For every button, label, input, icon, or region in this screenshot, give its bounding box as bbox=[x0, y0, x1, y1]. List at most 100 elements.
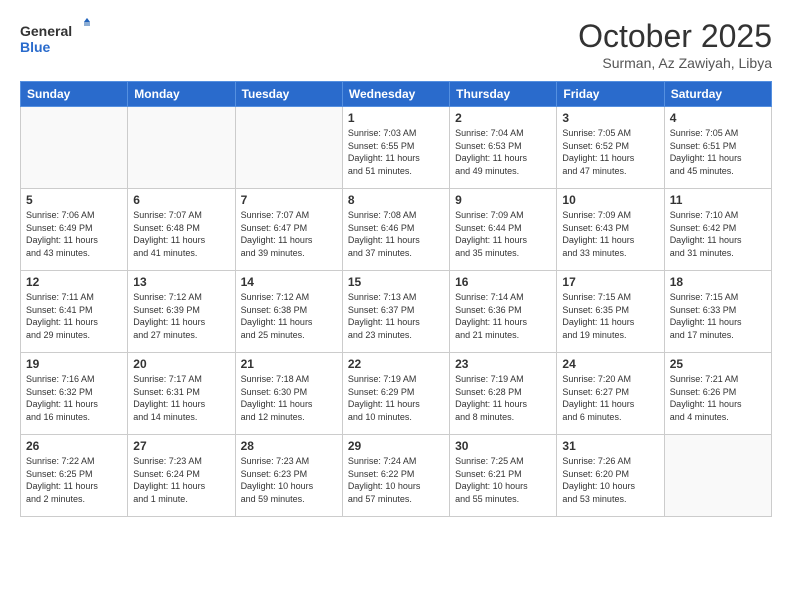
calendar-cell: 18Sunrise: 7:15 AM Sunset: 6:33 PM Dayli… bbox=[664, 271, 771, 353]
day-info: Sunrise: 7:07 AM Sunset: 6:48 PM Dayligh… bbox=[133, 209, 229, 259]
weekday-header: Monday bbox=[128, 82, 235, 107]
calendar-cell: 11 Sunrise: 7:10 AM Sunset: 6:42 PM Dayli… bbox=[664, 189, 771, 271]
calendar-cell bbox=[664, 435, 771, 517]
day-number: 30 bbox=[455, 439, 551, 453]
day-number: 7 bbox=[241, 193, 337, 207]
day-info: Sunrise: 7:12 AM Sunset: 6:38 PM Dayligh… bbox=[241, 291, 337, 341]
calendar-cell: 7 Sunrise: 7:07 AM Sunset: 6:47 PM Daylig… bbox=[235, 189, 342, 271]
day-info: Sunrise: 7:07 AM Sunset: 6:47 PM Dayligh… bbox=[241, 209, 337, 259]
day-number: 26 bbox=[26, 439, 122, 453]
day-info: Sunrise: 7:15 AM Sunset: 6:33 PM Dayligh… bbox=[670, 291, 766, 341]
day-info: Sunrise: 7:03 AM Sunset: 6:55 PM Dayligh… bbox=[348, 127, 444, 177]
day-info: Sunrise: 7:21 AM Sunset: 6:26 PM Dayligh… bbox=[670, 373, 766, 423]
day-info: Sunrise: 7:08 AM Sunset: 6:46 PM Dayligh… bbox=[348, 209, 444, 259]
header: General Blue October 2025 Surman, Az Zaw… bbox=[20, 18, 772, 71]
day-number: 2 bbox=[455, 111, 551, 125]
logo: General Blue bbox=[20, 18, 90, 58]
day-info: Sunrise: 7:23 AM Sunset: 6:23 PM Dayligh… bbox=[241, 455, 337, 505]
day-number: 22 bbox=[348, 357, 444, 371]
day-number: 4 bbox=[670, 111, 766, 125]
month-title: October 2025 bbox=[578, 18, 772, 55]
day-info: Sunrise: 7:09 AM Sunset: 6:44 PM Dayligh… bbox=[455, 209, 551, 259]
day-info: Sunrise: 7:14 AM Sunset: 6:36 PM Dayligh… bbox=[455, 291, 551, 341]
calendar-cell: 25 Sunrise: 7:21 AM Sunset: 6:26 PM Dayli… bbox=[664, 353, 771, 435]
day-info: Sunrise: 7:13 AM Sunset: 6:37 PM Dayligh… bbox=[348, 291, 444, 341]
svg-text:General: General bbox=[20, 23, 72, 39]
subtitle: Surman, Az Zawiyah, Libya bbox=[578, 55, 772, 71]
weekday-header: Friday bbox=[557, 82, 664, 107]
calendar-cell bbox=[128, 107, 235, 189]
calendar-cell: 27 Sunrise: 7:23 AM Sunset: 6:24 PM Dayli… bbox=[128, 435, 235, 517]
calendar-cell: 14Sunrise: 7:12 AM Sunset: 6:38 PM Dayli… bbox=[235, 271, 342, 353]
day-number: 1 bbox=[348, 111, 444, 125]
calendar-cell: 20 Sunrise: 7:17 AM Sunset: 6:31 PM Dayli… bbox=[128, 353, 235, 435]
calendar-cell: 13 Sunrise: 7:12 AM Sunset: 6:39 PM Dayli… bbox=[128, 271, 235, 353]
day-number: 25 bbox=[670, 357, 766, 371]
day-info: Sunrise: 7:18 AM Sunset: 6:30 PM Dayligh… bbox=[241, 373, 337, 423]
calendar-cell: 1 Sunrise: 7:03 AM Sunset: 6:55 PM Daylig… bbox=[342, 107, 449, 189]
day-number: 27 bbox=[133, 439, 229, 453]
day-info: Sunrise: 7:12 AM Sunset: 6:39 PM Dayligh… bbox=[133, 291, 229, 341]
day-number: 20 bbox=[133, 357, 229, 371]
day-number: 5 bbox=[26, 193, 122, 207]
day-info: Sunrise: 7:22 AM Sunset: 6:25 PM Dayligh… bbox=[26, 455, 122, 505]
calendar: SundayMondayTuesdayWednesdayThursdayFrid… bbox=[20, 81, 772, 517]
calendar-cell: 5 Sunrise: 7:06 AM Sunset: 6:49 PM Daylig… bbox=[21, 189, 128, 271]
day-number: 16 bbox=[455, 275, 551, 289]
day-info: Sunrise: 7:25 AM Sunset: 6:21 PM Dayligh… bbox=[455, 455, 551, 505]
calendar-cell: 12 Sunrise: 7:11 AM Sunset: 6:41 PM Dayli… bbox=[21, 271, 128, 353]
day-number: 23 bbox=[455, 357, 551, 371]
calendar-cell: 2 Sunrise: 7:04 AM Sunset: 6:53 PM Daylig… bbox=[450, 107, 557, 189]
day-number: 17 bbox=[562, 275, 658, 289]
svg-text:Blue: Blue bbox=[20, 39, 51, 55]
calendar-cell: 17 Sunrise: 7:15 AM Sunset: 6:35 PM Dayli… bbox=[557, 271, 664, 353]
day-info: Sunrise: 7:26 AM Sunset: 6:20 PM Dayligh… bbox=[562, 455, 658, 505]
day-number: 28 bbox=[241, 439, 337, 453]
day-info: Sunrise: 7:04 AM Sunset: 6:53 PM Dayligh… bbox=[455, 127, 551, 177]
weekday-header: Sunday bbox=[21, 82, 128, 107]
day-info: Sunrise: 7:19 AM Sunset: 6:28 PM Dayligh… bbox=[455, 373, 551, 423]
day-number: 6 bbox=[133, 193, 229, 207]
calendar-cell: 30 Sunrise: 7:25 AM Sunset: 6:21 PM Dayli… bbox=[450, 435, 557, 517]
calendar-cell: 31Sunrise: 7:26 AM Sunset: 6:20 PM Dayli… bbox=[557, 435, 664, 517]
day-number: 13 bbox=[133, 275, 229, 289]
calendar-cell bbox=[21, 107, 128, 189]
day-info: Sunrise: 7:19 AM Sunset: 6:29 PM Dayligh… bbox=[348, 373, 444, 423]
calendar-cell: 21 Sunrise: 7:18 AM Sunset: 6:30 PM Dayli… bbox=[235, 353, 342, 435]
calendar-cell: 10 Sunrise: 7:09 AM Sunset: 6:43 PM Dayli… bbox=[557, 189, 664, 271]
day-info: Sunrise: 7:17 AM Sunset: 6:31 PM Dayligh… bbox=[133, 373, 229, 423]
day-info: Sunrise: 7:23 AM Sunset: 6:24 PM Dayligh… bbox=[133, 455, 229, 505]
day-number: 29 bbox=[348, 439, 444, 453]
calendar-cell bbox=[235, 107, 342, 189]
weekday-header: Wednesday bbox=[342, 82, 449, 107]
day-info: Sunrise: 7:05 AM Sunset: 6:51 PM Dayligh… bbox=[670, 127, 766, 177]
calendar-cell: 28 Sunrise: 7:23 AM Sunset: 6:23 PM Dayli… bbox=[235, 435, 342, 517]
calendar-cell: 19 Sunrise: 7:16 AM Sunset: 6:32 PM Dayli… bbox=[21, 353, 128, 435]
day-number: 19 bbox=[26, 357, 122, 371]
day-number: 15 bbox=[348, 275, 444, 289]
calendar-cell: 26 Sunrise: 7:22 AM Sunset: 6:25 PM Dayli… bbox=[21, 435, 128, 517]
day-number: 12 bbox=[26, 275, 122, 289]
day-number: 10 bbox=[562, 193, 658, 207]
day-info: Sunrise: 7:09 AM Sunset: 6:43 PM Dayligh… bbox=[562, 209, 658, 259]
day-info: Sunrise: 7:06 AM Sunset: 6:49 PM Dayligh… bbox=[26, 209, 122, 259]
day-info: Sunrise: 7:10 AM Sunset: 6:42 PM Dayligh… bbox=[670, 209, 766, 259]
day-info: Sunrise: 7:11 AM Sunset: 6:41 PM Dayligh… bbox=[26, 291, 122, 341]
day-info: Sunrise: 7:16 AM Sunset: 6:32 PM Dayligh… bbox=[26, 373, 122, 423]
logo-svg: General Blue bbox=[20, 18, 90, 58]
weekday-header: Thursday bbox=[450, 82, 557, 107]
calendar-cell: 23 Sunrise: 7:19 AM Sunset: 6:28 PM Dayli… bbox=[450, 353, 557, 435]
calendar-cell: 15 Sunrise: 7:13 AM Sunset: 6:37 PM Dayli… bbox=[342, 271, 449, 353]
calendar-cell: 9 Sunrise: 7:09 AM Sunset: 6:44 PM Daylig… bbox=[450, 189, 557, 271]
day-number: 11 bbox=[670, 193, 766, 207]
day-number: 21 bbox=[241, 357, 337, 371]
day-number: 9 bbox=[455, 193, 551, 207]
calendar-cell: 29Sunrise: 7:24 AM Sunset: 6:22 PM Dayli… bbox=[342, 435, 449, 517]
calendar-cell: 3Sunrise: 7:05 AM Sunset: 6:52 PM Daylig… bbox=[557, 107, 664, 189]
weekday-header: Saturday bbox=[664, 82, 771, 107]
weekday-header: Tuesday bbox=[235, 82, 342, 107]
calendar-cell: 4 Sunrise: 7:05 AM Sunset: 6:51 PM Daylig… bbox=[664, 107, 771, 189]
day-info: Sunrise: 7:15 AM Sunset: 6:35 PM Dayligh… bbox=[562, 291, 658, 341]
day-info: Sunrise: 7:20 AM Sunset: 6:27 PM Dayligh… bbox=[562, 373, 658, 423]
calendar-cell: 22 Sunrise: 7:19 AM Sunset: 6:29 PM Dayli… bbox=[342, 353, 449, 435]
